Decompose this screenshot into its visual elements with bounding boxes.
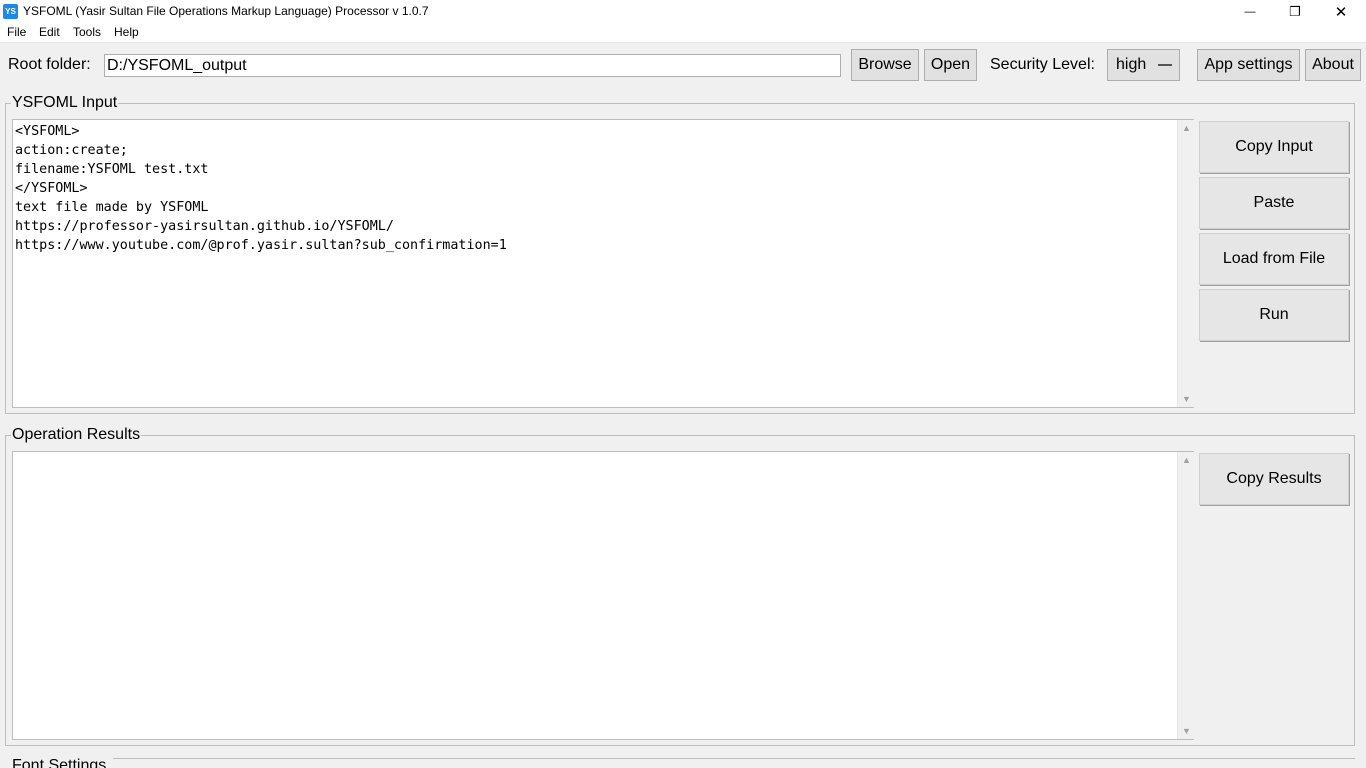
scroll-down-icon[interactable]: ▼ [1178,723,1195,739]
menu-help[interactable]: Help [114,25,139,39]
title-bar: YS YSFOML (Yasir Sultan File Operations … [0,0,1366,24]
menu-edit[interactable]: Edit [39,25,60,39]
menu-bar: File Edit Tools Help [0,24,1366,43]
restore-icon: ❐ [1289,4,1301,19]
security-level-label: Security Level: [990,56,1095,73]
input-line: </YSFOML> [15,181,88,196]
run-button[interactable]: Run [1199,289,1349,341]
input-scrollbar[interactable]: ▲ ▼ [1177,120,1194,407]
window-title: YSFOML (Yasir Sultan File Operations Mar… [23,4,429,18]
about-button[interactable]: About [1305,49,1361,81]
input-group-title: YSFOML Input [11,94,119,112]
input-line: action:create; [15,143,128,158]
input-line: https://professor-yasirsultan.github.io/… [15,219,394,234]
copy-input-button[interactable]: Copy Input [1199,121,1349,173]
results-scrollbar[interactable]: ▲ ▼ [1177,452,1194,739]
app-settings-button[interactable]: App settings [1197,49,1300,81]
input-line: <YSFOML> [15,124,80,139]
menu-tools[interactable]: Tools [73,25,101,39]
input-line: https://www.youtube.com/@prof.yasir.sult… [15,238,507,253]
results-textarea[interactable]: ▲ ▼ [12,451,1194,740]
close-icon: ✕ [1334,4,1348,21]
open-button[interactable]: Open [924,49,977,81]
input-text: <YSFOML> action:create; filename:YSFOML te… [15,122,507,255]
browse-button[interactable]: Browse [851,49,919,81]
scroll-up-icon[interactable]: ▲ [1178,452,1195,468]
dropdown-indicator-icon [1158,64,1172,66]
scroll-up-icon[interactable]: ▲ [1178,120,1195,136]
minimize-icon: — [1244,6,1256,18]
root-folder-label: Root folder: [8,56,91,73]
security-level-select[interactable]: high [1107,49,1180,81]
minimize-button[interactable]: — [1227,0,1273,24]
load-from-file-button[interactable]: Load from File [1199,233,1349,285]
input-textarea[interactable]: <YSFOML> action:create; filename:YSFOML te… [12,119,1194,408]
menu-file[interactable]: File [7,25,26,39]
close-button[interactable]: ✕ [1318,0,1364,24]
input-line: filename:YSFOML test.txt [15,162,209,177]
scroll-down-icon[interactable]: ▼ [1178,391,1195,407]
results-group-title: Operation Results [11,426,142,444]
input-line: text file made by YSFOML [15,200,209,215]
copy-results-button[interactable]: Copy Results [1199,453,1349,505]
maximize-button[interactable]: ❐ [1272,0,1318,24]
app-icon: YS [3,4,18,19]
root-folder-input[interactable] [104,54,841,77]
security-level-value: high [1116,56,1147,73]
paste-button[interactable]: Paste [1199,177,1349,229]
font-settings-group-title: Font Settings [11,757,108,768]
font-settings-group-border [113,758,1355,759]
